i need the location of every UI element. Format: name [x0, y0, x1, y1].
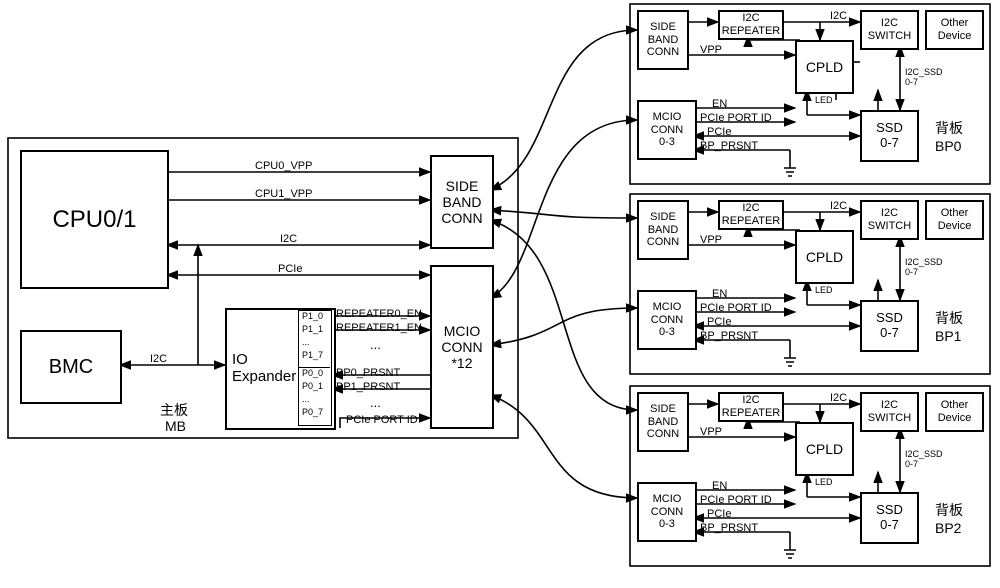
- port-p0-1: P0_1: [302, 382, 323, 392]
- bp2-sig-bpprsnt: BP_PRSNT: [700, 522, 758, 534]
- bp1-sig-i2c: I2C: [830, 200, 847, 212]
- bp1-sig-vpp: VPP: [700, 234, 722, 246]
- bp0-sideband: SIDE BAND CONN: [637, 10, 689, 70]
- port-p0-7: P0_7: [302, 408, 323, 418]
- bp0-other-device: Other Device: [925, 10, 984, 50]
- bp1-sideband: SIDE BAND CONN: [637, 200, 689, 260]
- bp2-sideband: SIDE BAND CONN: [637, 392, 689, 452]
- bp1-other-device: Other Device: [925, 200, 984, 240]
- bp0-i2c-switch: I2C SWITCH: [860, 10, 919, 50]
- port-p1-0: P1_0: [302, 312, 323, 322]
- sig-bp0-prsnt: BP0_PRSNT: [336, 367, 400, 379]
- bp1-label-zh: 背板: [935, 308, 963, 328]
- bp1-i2c-switch: I2C SWITCH: [860, 200, 919, 240]
- mb-sideband-conn: SIDE BAND CONN: [430, 155, 494, 249]
- port-p0-0: P0_0: [302, 369, 323, 379]
- sig-cpu0-vpp: CPU0_VPP: [255, 160, 312, 172]
- cpu-block: CPU0/1: [20, 150, 169, 289]
- bp1-sig-led: LED: [815, 286, 833, 296]
- bp0-sig-bpprsnt: BP_PRSNT: [700, 140, 758, 152]
- bp2-sig-en: EN: [712, 480, 727, 492]
- io-expander-label: IO Expander: [232, 352, 296, 385]
- mb-label-zh: 主板: [160, 400, 188, 420]
- bp0-cpld: CPLD: [795, 40, 854, 94]
- bp0-mcio: MCIO CONN 0-3: [637, 100, 697, 160]
- bp2-sig-pcieportid: PCIe PORT ID: [700, 494, 772, 506]
- bp0-ssd: SSD 0-7: [860, 110, 919, 162]
- bp2-other-device: Other Device: [925, 392, 984, 432]
- sig-rep1-en: REPEATER1_EN: [336, 322, 422, 334]
- bp1-mcio: MCIO CONN 0-3: [637, 290, 697, 350]
- bp1-cpld: CPLD: [795, 230, 854, 284]
- port-p1-7: P1_7: [302, 351, 323, 361]
- bp2-mcio: MCIO CONN 0-3: [637, 482, 697, 542]
- bp1-ssd: SSD 0-7: [860, 300, 919, 352]
- bp1-sig-en: EN: [712, 288, 727, 300]
- port-p1-1: P1_1: [302, 325, 323, 335]
- bp0-sig-en: EN: [712, 98, 727, 110]
- bp2-cpld: CPLD: [795, 422, 854, 476]
- bp1-sig-pcie: PCIe: [707, 316, 731, 328]
- bp0-label-zh: 背板: [935, 118, 963, 138]
- bp0-sig-led: LED: [815, 96, 833, 106]
- port-p1-dots: ...: [302, 338, 310, 348]
- bp2-i2c-repeater: I2C REPEATER: [718, 392, 784, 422]
- bp0-sig-pcie: PCIe: [707, 126, 731, 138]
- sig-bp1-prsnt: BP1_PRSNT: [336, 381, 400, 393]
- bmc-block: BMC: [20, 330, 122, 404]
- bp0-sig-i2cssd: I2C_SSD 0-7: [905, 68, 943, 88]
- sig-pcie-port-id: PCIe PORT ID: [346, 414, 418, 426]
- bp2-id: BP2: [935, 520, 961, 536]
- sig-i2c-bmc: I2C: [150, 353, 167, 365]
- bp2-label-zh: 背板: [935, 500, 963, 520]
- sig-rep0-en: REPEATER0_EN: [336, 308, 422, 320]
- bp1-sig-pcieportid: PCIe PORT ID: [700, 302, 772, 314]
- bp0-id: BP0: [935, 138, 961, 154]
- bp2-sig-i2cssd: I2C_SSD 0-7: [905, 450, 943, 470]
- bp0-sig-vpp: VPP: [700, 44, 722, 56]
- bp2-sig-pcie: PCIe: [707, 508, 731, 520]
- bp0-sig-i2c: I2C: [830, 10, 847, 22]
- bp1-sig-i2cssd: I2C_SSD 0-7: [905, 258, 943, 278]
- sig-i2c: I2C: [280, 233, 297, 245]
- sig-pcie: PCIe: [278, 263, 302, 275]
- sig-dots: ...: [370, 338, 381, 352]
- bp2-sig-i2c: I2C: [830, 392, 847, 404]
- bp1-sig-bpprsnt: BP_PRSNT: [700, 330, 758, 342]
- port-p0-dots: ...: [302, 395, 310, 405]
- bp1-i2c-repeater: I2C REPEATER: [718, 200, 784, 230]
- bp0-sig-pcieportid: PCIe PORT ID: [700, 112, 772, 124]
- sig-dots2: ...: [370, 396, 381, 410]
- bp2-i2c-switch: I2C SWITCH: [860, 392, 919, 432]
- bp2-sig-vpp: VPP: [700, 426, 722, 438]
- mb-mcio-conn: MCIO CONN *12: [430, 265, 494, 429]
- mb-label-en: MB: [165, 418, 186, 434]
- bp0-i2c-repeater: I2C REPEATER: [718, 10, 784, 40]
- sig-cpu1-vpp: CPU1_VPP: [255, 188, 312, 200]
- bp1-id: BP1: [935, 328, 961, 344]
- bp2-sig-led: LED: [815, 478, 833, 488]
- bp2-ssd: SSD 0-7: [860, 492, 919, 544]
